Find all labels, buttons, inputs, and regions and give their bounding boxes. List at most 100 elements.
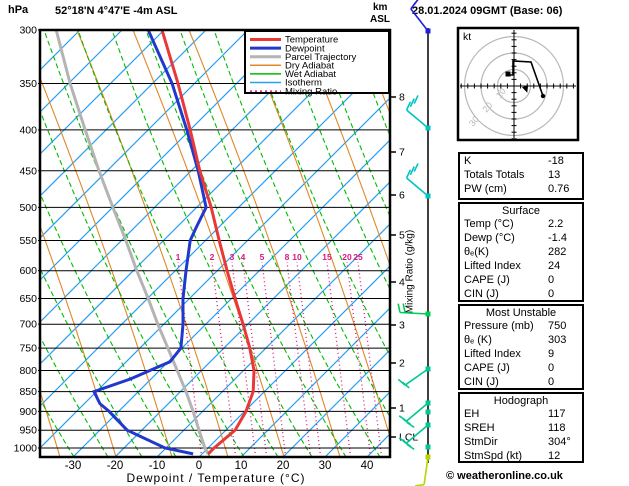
svg-text:600: 600 — [19, 265, 37, 277]
stat-label: Dewp (°C) — [464, 232, 515, 244]
svg-text:2: 2 — [210, 252, 215, 262]
table-row: Lifted Index 9 — [460, 347, 582, 361]
stat-label: SREH — [464, 422, 495, 434]
wind-barb — [405, 95, 431, 131]
table-row: K -18 — [460, 154, 582, 168]
parcel-trajectory-curve — [54, 30, 210, 455]
svg-text:15: 15 — [322, 252, 332, 262]
stats-table-hodograph: Hodograph EH 117 SREH 118 StmDir 304° StmSpd (k… — [458, 392, 584, 463]
stat-value: 750 — [548, 320, 567, 332]
svg-text:450: 450 — [19, 165, 37, 177]
stat-value: 304° — [548, 436, 571, 448]
legend-box: TemperatureDewpointParcel TrajectoryDry … — [244, 30, 390, 97]
stat-label: θₑ(K) — [464, 246, 489, 258]
svg-text:750: 750 — [19, 343, 37, 355]
svg-text:Mixing Ratio: Mixing Ratio — [285, 86, 337, 97]
stat-label: θₑ (K) — [464, 334, 492, 346]
table-row: Pressure (mb) 750 — [460, 319, 582, 333]
svg-text:6: 6 — [399, 190, 405, 202]
stat-label: EH — [464, 408, 480, 420]
svg-text:-10: -10 — [149, 460, 166, 472]
stat-value: 0 — [548, 288, 555, 300]
svg-text:400: 400 — [19, 124, 37, 136]
stat-label: Temp (°C) — [464, 218, 514, 230]
stat-value: 118 — [548, 422, 566, 434]
wind-barb — [397, 366, 431, 389]
table-row: Totals Totals 13 — [460, 168, 582, 182]
stat-value: 2.2 — [548, 218, 564, 230]
stat-label: Lifted Index — [464, 260, 521, 272]
svg-text:650: 650 — [19, 293, 37, 305]
svg-text:550: 550 — [19, 235, 37, 247]
svg-text:850: 850 — [19, 386, 37, 398]
stat-label: CIN (J) — [464, 288, 499, 300]
svg-text:4: 4 — [241, 252, 246, 262]
svg-text:3: 3 — [230, 252, 235, 262]
table-row: SREH 118 — [460, 421, 582, 435]
wind-barb — [405, 163, 431, 199]
dewpoint-curve — [91, 30, 208, 456]
table-row: Temp (°C) 2.2 — [460, 217, 582, 231]
hodograph-chart: 102030kt — [456, 26, 580, 142]
svg-text:700: 700 — [19, 319, 37, 331]
wind-barb — [397, 303, 431, 317]
wind-barb — [415, 454, 431, 486]
table-row: CAPE (J) 0 — [460, 273, 582, 287]
table-row: Lifted Index 24 — [460, 259, 582, 273]
stat-label: Totals Totals — [464, 169, 525, 181]
svg-text:5: 5 — [399, 230, 405, 242]
stat-value: 0 — [548, 362, 555, 374]
svg-text:2: 2 — [399, 358, 405, 370]
stat-value: -1.4 — [548, 232, 567, 244]
table-row: θₑ(K) 282 — [460, 245, 582, 259]
stat-label: K — [464, 155, 472, 167]
stat-value: 12 — [548, 450, 561, 462]
svg-text:40: 40 — [361, 460, 374, 472]
stat-value: 303 — [548, 334, 567, 346]
table-row: PW (cm) 0.76 — [460, 182, 582, 196]
svg-text:350: 350 — [19, 78, 37, 90]
svg-text:20: 20 — [342, 252, 352, 262]
stat-value: 13 — [548, 169, 561, 181]
stat-label: Lifted Index — [464, 348, 521, 360]
pressure-tick-labels: 300 350 400 450 500 550 600 650 700 750 800 850 900 9… — [14, 25, 40, 455]
svg-text:10: 10 — [292, 252, 302, 262]
stat-value: -18 — [548, 155, 564, 167]
svg-text:950: 950 — [19, 425, 37, 437]
svg-text:30: 30 — [319, 460, 332, 472]
svg-text:1: 1 — [399, 403, 405, 415]
skewt-chart: 3003504004505005506006507007508008509009… — [14, 0, 431, 486]
svg-text:1000: 1000 — [14, 443, 38, 455]
table-row: EH 117 — [460, 407, 582, 421]
table-row: CAPE (J) 0 — [460, 361, 582, 375]
svg-text:3: 3 — [399, 320, 405, 332]
table-title: Surface — [502, 205, 540, 217]
svg-text:300: 300 — [19, 25, 37, 37]
svg-text:-30: -30 — [65, 460, 82, 472]
temperature-tick-labels: -30 -20 -10 0 10 20 30 40 — [65, 460, 374, 472]
skewt-sounding-page: { "header": { "pressure_unit": "hPa", "s… — [0, 0, 629, 486]
stats-table-indices: K -18 Totals Totals 13 PW (cm) 0.76 — [458, 152, 584, 200]
stat-value: 282 — [548, 246, 567, 258]
table-title: Most Unstable — [485, 307, 557, 319]
stat-value: 9 — [548, 348, 555, 360]
stat-value: 24 — [548, 260, 561, 272]
stat-label: PW (cm) — [464, 183, 507, 195]
svg-text:5: 5 — [260, 252, 265, 262]
svg-text:4: 4 — [399, 277, 405, 289]
stats-table-most-unstable: Most Unstable Pressure (mb) 750 θₑ (K) 303 Li… — [458, 304, 584, 390]
stat-value: 117 — [548, 408, 566, 420]
svg-text:7: 7 — [399, 147, 405, 159]
svg-text:8: 8 — [399, 92, 405, 104]
stat-label: StmSpd (kt) — [464, 450, 523, 462]
svg-text:20: 20 — [277, 460, 290, 472]
svg-text:500: 500 — [19, 202, 37, 214]
table-row: CIN (J) 0 — [460, 375, 582, 389]
table-row: θₑ (K) 303 — [460, 333, 582, 347]
stat-value: 0 — [548, 376, 555, 388]
table-row: Dewp (°C) -1.4 — [460, 231, 582, 245]
table-row: CIN (J) 0 — [460, 287, 582, 301]
hodograph-unit-label: kt — [463, 31, 471, 43]
svg-text:25: 25 — [353, 252, 363, 262]
copyright: © weatheronline.co.uk — [446, 470, 563, 482]
